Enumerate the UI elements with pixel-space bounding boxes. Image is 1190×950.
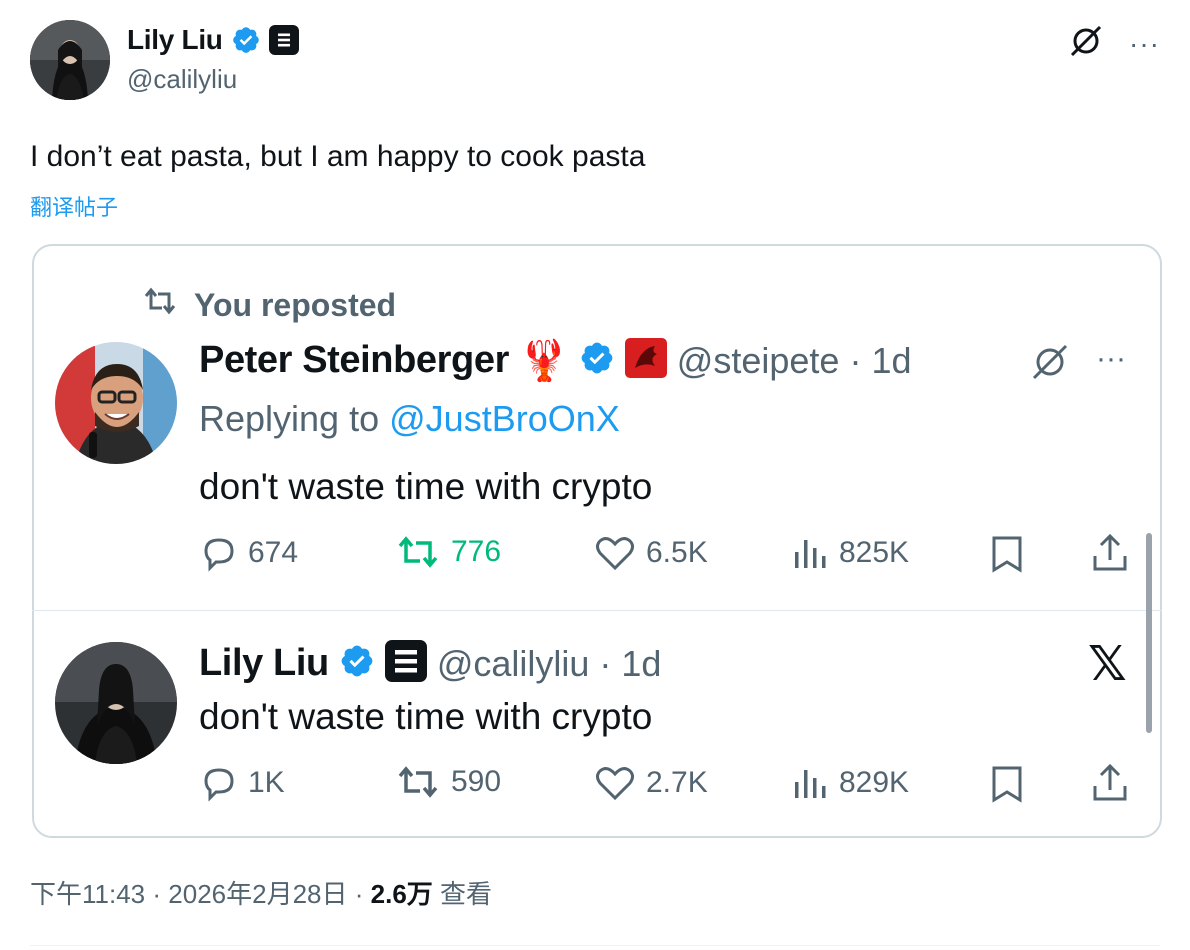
verified-badge-icon — [579, 340, 615, 381]
x-logo-icon: 𝕏 — [1088, 636, 1127, 692]
post-date[interactable]: 2026年2月28日 — [168, 879, 347, 909]
reply-author-name[interactable]: Peter Steinberger — [199, 339, 509, 382]
repost-icon — [140, 286, 180, 324]
post-text: I don’t eat pasta, but I am happy to coo… — [30, 140, 646, 173]
affiliate-badge-icon — [624, 338, 667, 383]
lobster-emoji: 🦞 — [518, 338, 569, 383]
reply-icon — [200, 764, 238, 802]
more-options-icon[interactable]: ··· — [1096, 342, 1126, 376]
post-top-actions: ··· — [1067, 22, 1160, 65]
original-text: don't waste time with crypto — [199, 696, 653, 737]
views-button[interactable]: 825K — [793, 534, 909, 572]
views-count: 825K — [839, 536, 910, 569]
divider — [30, 945, 1160, 946]
verified-badge-icon — [339, 643, 375, 684]
verified-badge-icon — [231, 25, 261, 55]
author-avatar[interactable] — [30, 20, 110, 100]
share-icon[interactable] — [1090, 532, 1130, 579]
reply-header: Peter Steinberger 🦞 @steipete · 1d — [199, 338, 911, 383]
scrollbar[interactable] — [1146, 533, 1152, 733]
grok-icon[interactable] — [1067, 22, 1105, 65]
share-icon[interactable] — [1090, 762, 1130, 809]
replying-to-line: Replying to @JustBroOnX — [199, 398, 620, 440]
bookmark-icon[interactable] — [990, 534, 1024, 579]
reply-button[interactable]: 674 — [200, 534, 298, 572]
post-metadata: 下午11:43 · 2026年2月28日 · 2.6万 查看 — [30, 874, 492, 911]
author-handle[interactable]: @calilyliu — [127, 64, 237, 95]
more-options-icon[interactable]: ··· — [1129, 29, 1160, 58]
like-button[interactable]: 6.5K — [594, 534, 708, 572]
view-label: 查看 — [440, 879, 493, 909]
repost-icon — [395, 534, 441, 570]
reply-author-avatar[interactable] — [55, 342, 177, 464]
repost-button[interactable]: 776 — [395, 534, 501, 570]
replying-to-prefix: Replying to — [199, 398, 380, 439]
card-divider — [32, 610, 1162, 611]
original-author-handle[interactable]: @calilyliu — [437, 643, 590, 685]
bookmark-icon[interactable] — [990, 764, 1024, 809]
reply-timestamp[interactable]: 1d — [871, 340, 911, 382]
affiliate-badge-icon — [268, 25, 299, 55]
reply-button[interactable]: 1K — [200, 764, 285, 802]
views-icon — [793, 764, 829, 802]
repost-label: You reposted — [194, 286, 397, 323]
post-time[interactable]: 下午11:43 — [30, 879, 145, 909]
translate-post-link[interactable]: 翻译帖子 — [30, 190, 118, 222]
like-icon — [594, 764, 636, 802]
views-icon — [793, 534, 829, 572]
view-count: 2.6万 — [370, 879, 433, 909]
affiliate-badge-icon — [384, 640, 427, 687]
reply-count: 674 — [248, 536, 299, 569]
like-icon — [594, 534, 636, 572]
views-count: 829K — [839, 766, 910, 799]
original-author-avatar[interactable] — [55, 642, 177, 764]
views-button[interactable]: 829K — [793, 764, 909, 802]
like-count: 6.5K — [646, 536, 708, 569]
author-name[interactable]: Lily Liu — [127, 24, 223, 56]
author-name-row[interactable]: Lily Liu — [127, 24, 299, 56]
meta-separator: · — [849, 339, 862, 381]
like-count: 2.7K — [646, 766, 708, 799]
original-timestamp[interactable]: 1d — [621, 643, 661, 685]
meta-separator: · — [354, 879, 364, 909]
repost-indicator: You reposted — [140, 286, 396, 324]
meta-separator: · — [152, 879, 162, 909]
meta-separator: · — [599, 642, 612, 684]
reply-icon — [200, 534, 238, 572]
grok-icon[interactable] — [1028, 340, 1072, 389]
reply-text: don't waste time with crypto — [199, 466, 653, 507]
original-header: Lily Liu @calilyliu · 1d — [199, 640, 661, 687]
repost-button[interactable]: 590 — [395, 764, 501, 800]
repost-icon — [395, 764, 441, 800]
reply-count: 1K — [248, 766, 285, 799]
replying-to-handle[interactable]: @JustBroOnX — [389, 398, 620, 439]
original-author-name[interactable]: Lily Liu — [199, 642, 329, 685]
like-button[interactable]: 2.7K — [594, 764, 708, 802]
repost-count: 776 — [451, 535, 502, 568]
reply-author-handle[interactable]: @steipete — [677, 340, 840, 382]
repost-count: 590 — [451, 765, 502, 798]
